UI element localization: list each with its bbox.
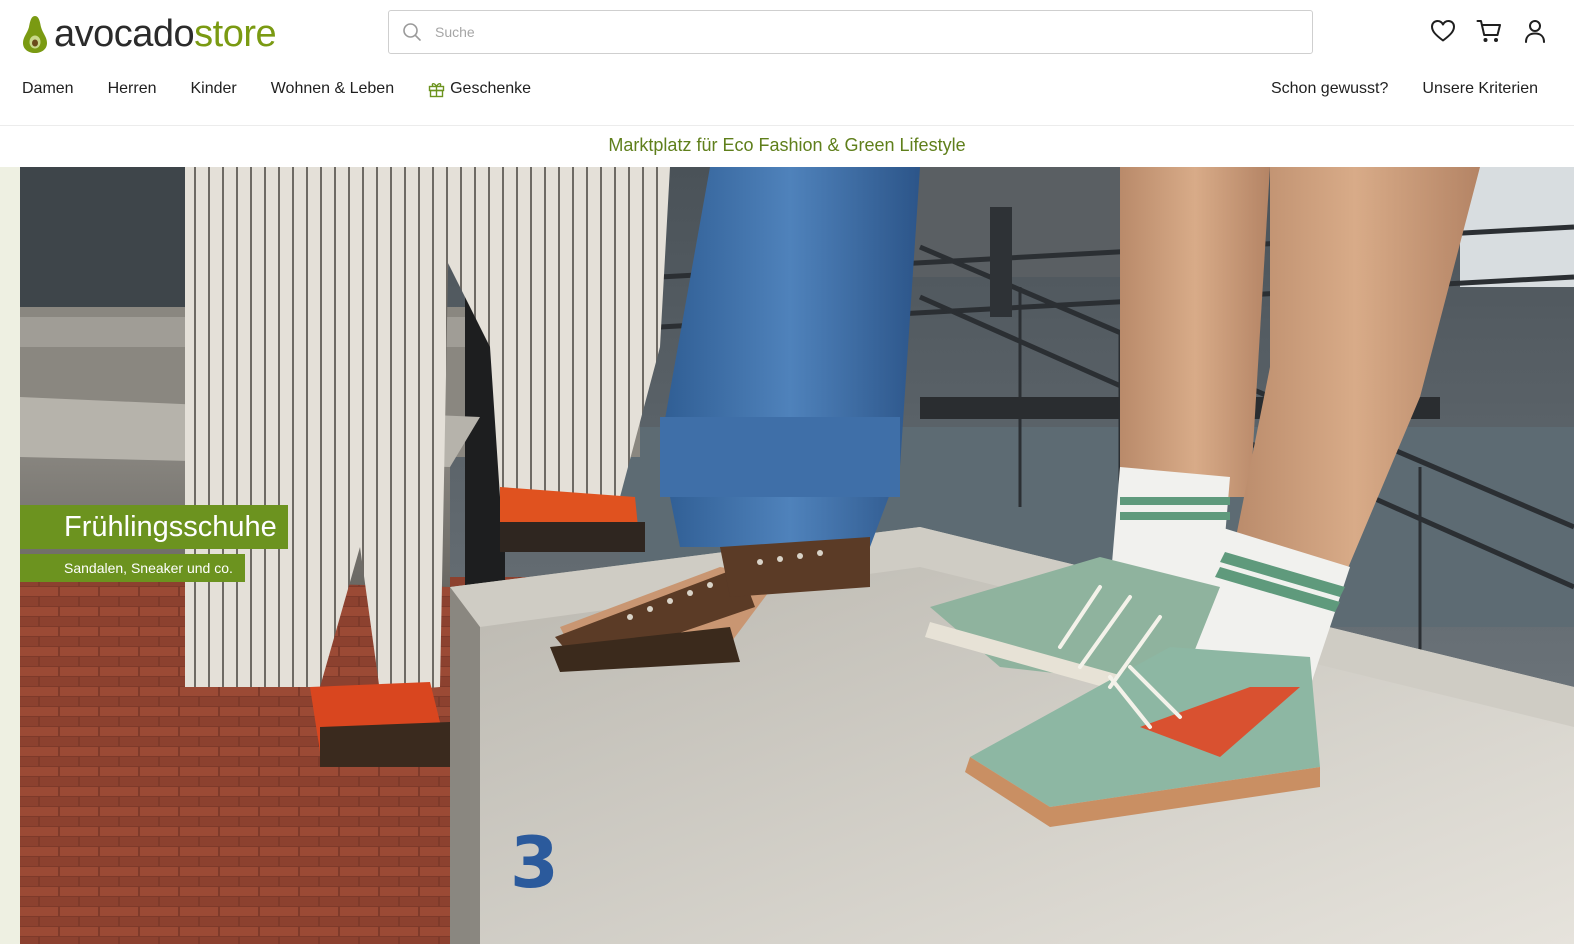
- nav-item-geschenke-label: Geschenke: [450, 80, 532, 97]
- search-icon[interactable]: [401, 21, 423, 43]
- nav-item-unsere-kriterien[interactable]: Unsere Kriterien: [1422, 80, 1538, 98]
- user-account-icon[interactable]: [1522, 18, 1548, 44]
- svg-text:3: 3: [510, 822, 559, 904]
- nav-item-herren[interactable]: Herren: [108, 80, 157, 98]
- nav-item-schon-gewusst[interactable]: Schon gewusst?: [1271, 80, 1388, 98]
- nav-item-damen[interactable]: Damen: [22, 80, 74, 98]
- hero-photo-illustration: 3: [20, 167, 1574, 944]
- brand-name: avocadostore: [54, 13, 277, 55]
- secondary-nav: Schon gewusst? Unsere Kriterien: [1271, 80, 1538, 98]
- search-input[interactable]: [433, 11, 1312, 53]
- brand-name-part2: store: [194, 13, 277, 55]
- site-header: avocadostore Damen Herren Kinder Wohnen …: [0, 0, 1574, 126]
- nav-item-wohnen-leben[interactable]: Wohnen & Leben: [271, 80, 394, 98]
- hero-title-banner[interactable]: Frühlingsschuhe: [20, 505, 288, 549]
- cart-icon[interactable]: [1476, 18, 1502, 44]
- hero-subtitle-banner[interactable]: Sandalen, Sneaker und co.: [20, 554, 245, 582]
- gift-icon: [428, 82, 445, 97]
- hero-banner-image[interactable]: 3: [20, 167, 1574, 944]
- avocado-logo-icon: [23, 16, 47, 53]
- search-bar[interactable]: [388, 10, 1313, 54]
- wishlist-heart-icon[interactable]: [1430, 18, 1456, 44]
- brand-name-part1: avocado: [54, 13, 195, 55]
- hero-edge-strip: [0, 167, 20, 944]
- nav-item-geschenke[interactable]: Geschenke: [428, 80, 531, 98]
- header-tools: [1430, 18, 1548, 44]
- nav-item-kinder[interactable]: Kinder: [190, 80, 236, 98]
- brand-logo[interactable]: avocadostore: [22, 12, 277, 56]
- marketplace-tagline: Marktplatz für Eco Fashion & Green Lifes…: [608, 135, 966, 155]
- main-nav: Damen Herren Kinder Wohnen & Leben Gesch…: [22, 80, 531, 98]
